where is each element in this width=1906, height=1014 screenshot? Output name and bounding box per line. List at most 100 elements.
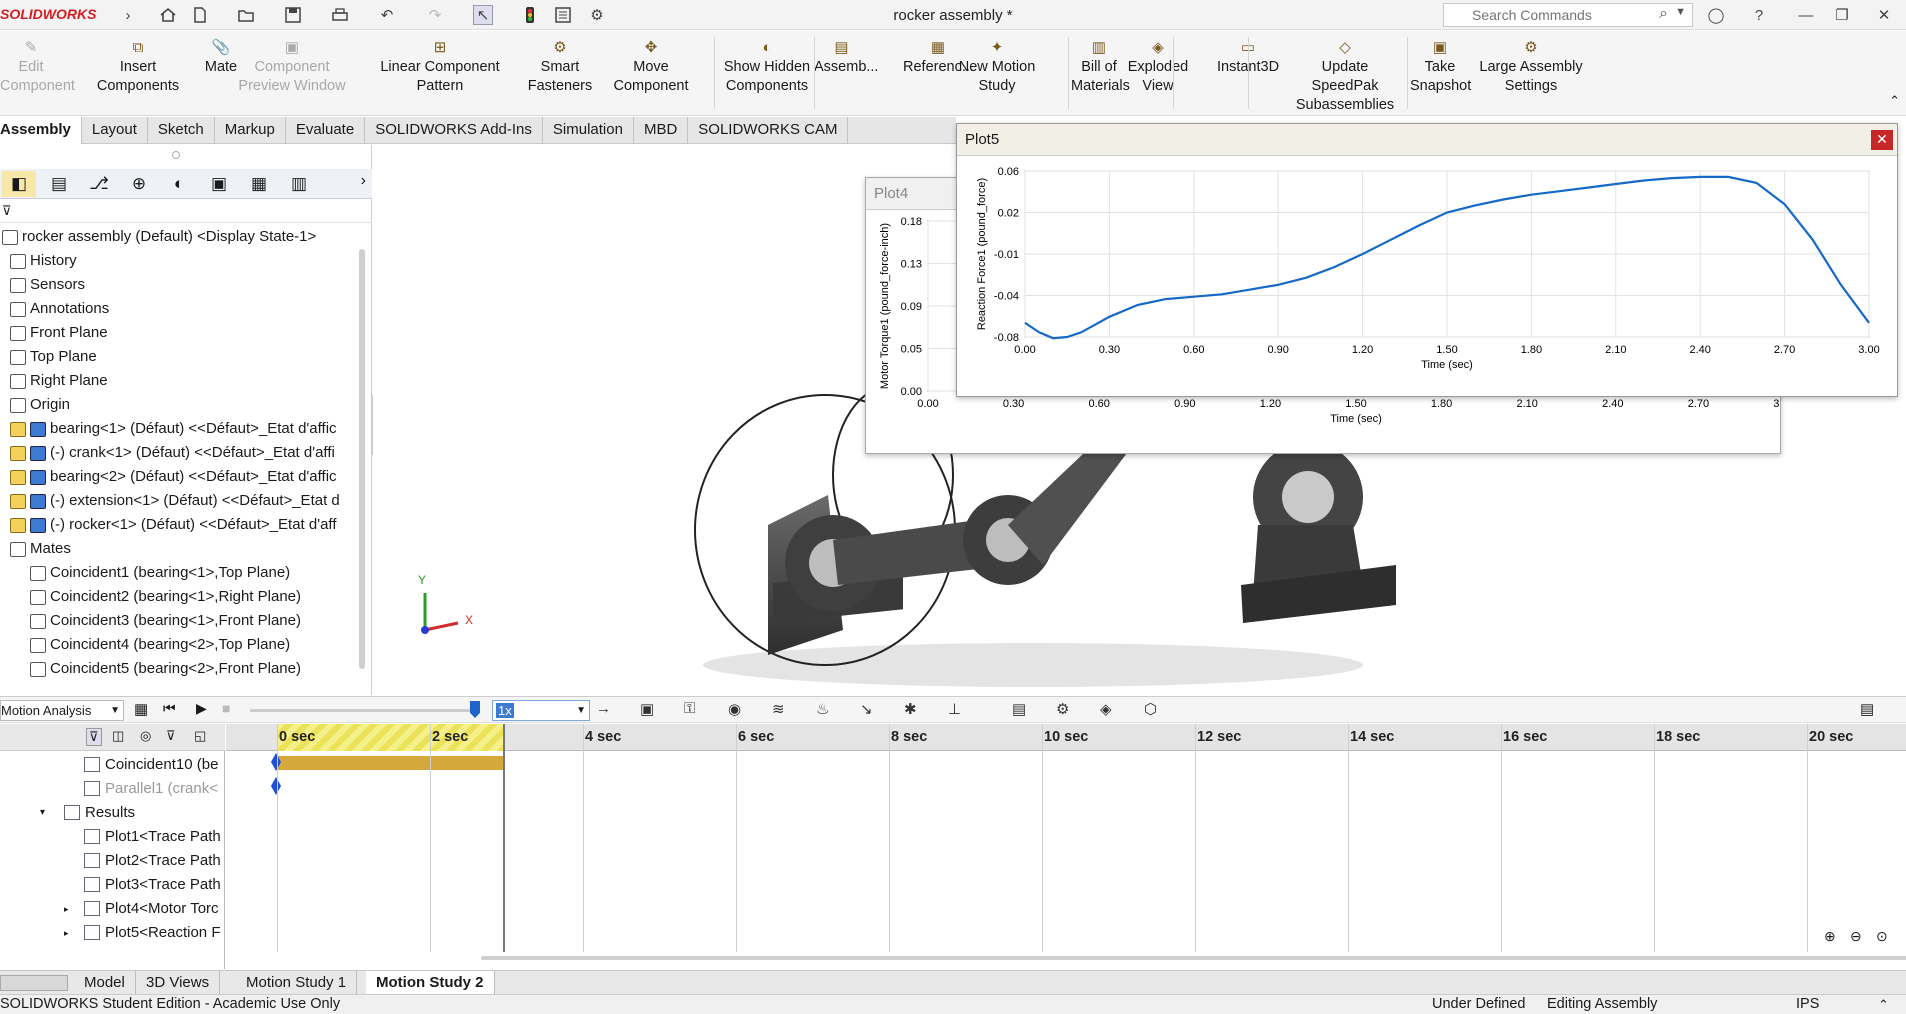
playback-slider-thumb[interactable] bbox=[470, 701, 480, 718]
time-bar[interactable] bbox=[503, 724, 505, 952]
tree-item[interactable]: bearing<1> (Défaut) <<Défaut>_Etat d'aff… bbox=[10, 417, 360, 441]
tab-mbd[interactable]: MBD bbox=[634, 117, 689, 144]
ribbon-button-0[interactable]: ✎ Edit Component bbox=[0, 39, 75, 96]
collapse-timeline-icon[interactable]: ▤ bbox=[1860, 700, 1874, 718]
study-properties-icon[interactable]: ⚙ bbox=[1056, 700, 1069, 718]
display-manager-icon[interactable]: ◐ bbox=[162, 171, 196, 197]
arrow-right-icon[interactable]: → bbox=[596, 700, 611, 717]
spring-icon[interactable]: ≋ bbox=[772, 700, 785, 718]
filter-selected-icon[interactable]: ⊽ bbox=[166, 728, 176, 744]
cam-feature-icon[interactable]: ▣ bbox=[202, 171, 236, 197]
search-icon[interactable]: ⌕ bbox=[1659, 5, 1668, 23]
feature-manager-icon[interactable]: ◧ bbox=[2, 171, 36, 197]
close-window-icon[interactable]: ✕ bbox=[1874, 5, 1894, 25]
motion-tree-item[interactable]: Coincident10 (be bbox=[0, 753, 225, 777]
view-chart-icon[interactable]: ◈ bbox=[1100, 700, 1112, 718]
ribbon-button-6[interactable]: ✥ Move Component bbox=[596, 39, 706, 96]
mate-keyframe-bar[interactable] bbox=[277, 756, 505, 770]
property-manager-icon[interactable]: ▤ bbox=[42, 171, 76, 197]
search-commands-box[interactable]: ⌕ ▼ bbox=[1443, 3, 1693, 27]
ribbon-button-8[interactable]: ▤ Assemb... bbox=[814, 39, 878, 77]
tree-item[interactable]: rocker assembly (Default) <Display State… bbox=[2, 225, 358, 249]
chevron-down-icon[interactable]: ▼ bbox=[1675, 6, 1686, 18]
motion-tree-item[interactable]: ▸ Plot5<Reaction F bbox=[0, 921, 225, 945]
tab-motion-study-1[interactable]: Motion Study 1 bbox=[236, 971, 358, 995]
dimxpert-icon[interactable]: ⊕ bbox=[122, 171, 156, 197]
simulation-icon[interactable]: ⬡ bbox=[1144, 700, 1157, 718]
tab-solidworks-add-ins[interactable]: SOLIDWORKS Add-Ins bbox=[365, 117, 543, 144]
filter-icon[interactable]: ⊽ bbox=[86, 728, 102, 746]
ribbon-button-2[interactable]: 📎 Mate bbox=[200, 39, 242, 77]
ribbon-button-1[interactable]: ⧉ Insert Components bbox=[78, 39, 198, 96]
contact-icon[interactable]: ✱ bbox=[904, 700, 917, 718]
tree-item[interactable]: Coincident2 (bearing<1>,Right Plane) bbox=[30, 585, 360, 609]
zoom-in-icon[interactable]: ⊕ bbox=[1824, 928, 1836, 945]
tree-scrollbar[interactable] bbox=[359, 249, 365, 669]
playback-speed-select[interactable]: 1x ▼ bbox=[492, 700, 590, 721]
ribbon-button-7[interactable]: ◐ Show Hidden Components bbox=[722, 39, 812, 96]
add-key-icon[interactable]: ⚿ bbox=[684, 700, 695, 717]
playback-slider[interactable] bbox=[250, 709, 470, 712]
tree-item[interactable]: bearing<2> (Défaut) <<Défaut>_Etat d'aff… bbox=[10, 465, 360, 489]
plot5-close-icon[interactable]: ✕ bbox=[1871, 130, 1893, 150]
chevron-right-icon[interactable]: › bbox=[361, 172, 366, 190]
ribbon-button-16[interactable]: ⚙ Large Assembly Settings bbox=[1476, 39, 1586, 96]
tree-item[interactable]: Right Plane bbox=[10, 369, 360, 393]
expand-arrow-icon[interactable]: ▸ bbox=[64, 921, 69, 945]
tab-model[interactable]: Model bbox=[74, 971, 136, 995]
tree-item[interactable]: (-) crank<1> (Défaut) <<Défaut>_Etat d'a… bbox=[10, 441, 360, 465]
damper-icon[interactable]: ♨ bbox=[816, 700, 829, 718]
search-input[interactable] bbox=[1472, 7, 1642, 23]
tree-item[interactable]: Top Plane bbox=[10, 345, 360, 369]
motion-tree-item[interactable]: ▾ Results bbox=[0, 801, 225, 825]
graphics-area[interactable]: Y X Plot4 0.00 0.30 0.60 0.90 1.20 1.50 1.80 2.… bbox=[373, 123, 1906, 695]
tree-item[interactable]: Coincident4 (bearing<2>,Top Plane) bbox=[30, 633, 360, 657]
tab-markup[interactable]: Markup bbox=[215, 117, 286, 144]
ribbon-button-4[interactable]: ⊞ Linear Component Pattern bbox=[356, 39, 524, 96]
motion-tree-item[interactable]: ▸ Plot4<Motor Torc bbox=[0, 897, 225, 921]
ribbon-button-5[interactable]: ⚙ Smart Fasteners bbox=[525, 39, 595, 96]
user-account-icon[interactable]: ◯ bbox=[1706, 5, 1726, 25]
filter-icon[interactable]: ⊽ bbox=[2, 203, 12, 219]
chevron-down-icon[interactable]: ▼ bbox=[110, 701, 120, 720]
filter-animated-icon[interactable]: ◫ bbox=[112, 728, 124, 744]
tree-item[interactable]: Coincident5 (bearing<2>,Front Plane) bbox=[30, 657, 360, 681]
study-type-select[interactable]: Motion Analysis ▼ bbox=[0, 700, 124, 721]
tab-sketch[interactable]: Sketch bbox=[148, 117, 215, 144]
motor-icon[interactable]: ◉ bbox=[728, 700, 741, 718]
play-from-start-icon[interactable]: ⏮ bbox=[163, 700, 176, 717]
plot5-window[interactable]: Plot5 ✕ 0.00 0.30 0.60 0.90 1.20 1.50 1.80 2.10… bbox=[956, 123, 1898, 397]
zoom-out-icon[interactable]: ⊖ bbox=[1850, 928, 1862, 945]
ribbon-button-3[interactable]: ▣ Component Preview Window bbox=[238, 39, 346, 96]
ribbon-button-14[interactable]: ◇ Update SpeedPak Subassemblies bbox=[1289, 39, 1401, 115]
tab-scroll-arrows[interactable] bbox=[0, 975, 68, 991]
expand-arrow-icon[interactable]: ▸ bbox=[64, 897, 69, 921]
tab-assembly[interactable]: Assembly bbox=[0, 117, 82, 144]
panel-grip-icon[interactable] bbox=[172, 151, 180, 159]
autokey-icon[interactable]: ▣ bbox=[640, 700, 654, 718]
tree-item[interactable]: Mates bbox=[10, 537, 360, 561]
tab-simulation[interactable]: Simulation bbox=[543, 117, 634, 144]
force-icon[interactable]: ↘ bbox=[860, 700, 873, 718]
ribbon-button-12[interactable]: ◈ Exploded View bbox=[1112, 39, 1204, 96]
stop-icon[interactable]: ■ bbox=[222, 700, 230, 716]
tab-motion-study-2[interactable]: Motion Study 2 bbox=[366, 971, 495, 995]
chevron-up-icon[interactable]: ⌃ bbox=[1878, 995, 1889, 1014]
tab-3d-views[interactable]: 3D Views bbox=[136, 971, 221, 995]
tree-item[interactable]: Front Plane bbox=[10, 321, 360, 345]
collapse-arrow-icon[interactable]: ▾ bbox=[40, 801, 45, 825]
restore-icon[interactable]: ❐ bbox=[1832, 5, 1852, 25]
tree-item[interactable]: Coincident1 (bearing<1>,Top Plane) bbox=[30, 561, 360, 585]
filter-bar[interactable]: ⊽ bbox=[0, 201, 372, 223]
tab-evaluate[interactable]: Evaluate bbox=[286, 117, 366, 144]
motion-tree-item[interactable]: Plot1<Trace Path bbox=[0, 825, 225, 849]
filter-driving-icon[interactable]: ◎ bbox=[140, 728, 151, 744]
tab-layout[interactable]: Layout bbox=[82, 117, 148, 144]
motion-tree-item[interactable]: Plot2<Trace Path bbox=[0, 849, 225, 873]
tree-item[interactable]: Coincident3 (bearing<1>,Front Plane) bbox=[30, 609, 360, 633]
unit-system[interactable]: IPS bbox=[1796, 995, 1819, 1014]
filter-results-icon[interactable]: ◱ bbox=[194, 728, 206, 744]
configuration-manager-icon[interactable]: ⎇ bbox=[82, 171, 116, 197]
keypoint-icon[interactable] bbox=[271, 777, 281, 795]
ribbon-button-10[interactable]: ✦ New Motion Study bbox=[955, 39, 1039, 96]
